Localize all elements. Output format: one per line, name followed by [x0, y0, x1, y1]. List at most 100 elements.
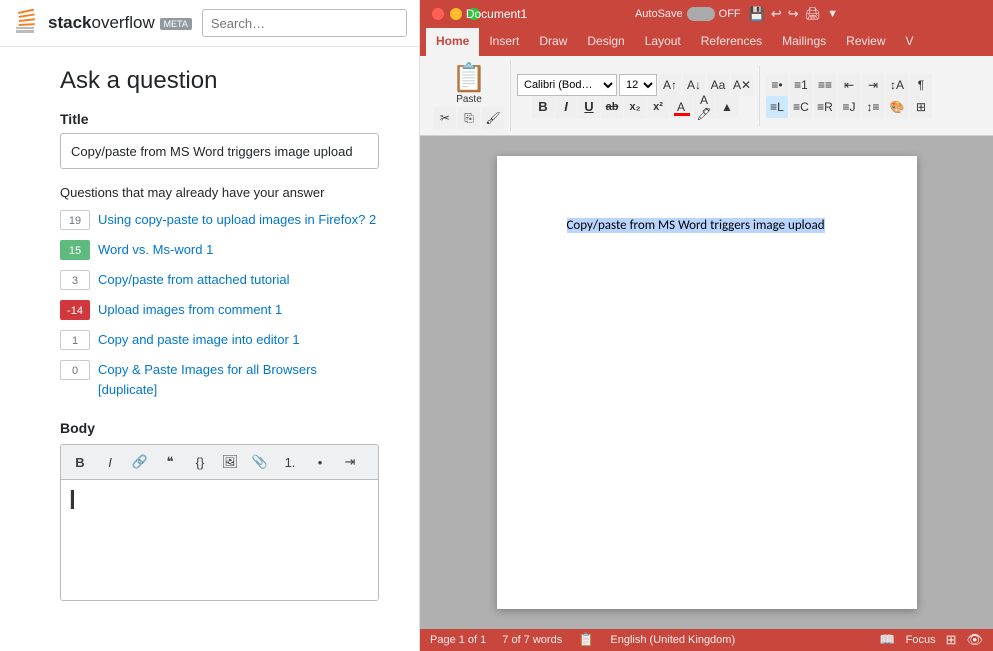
save-icon[interactable]: 💾: [749, 6, 765, 22]
superscript-format-btn[interactable]: x²: [647, 96, 669, 118]
bold-format-btn[interactable]: B: [532, 96, 554, 118]
suggestions-label: Questions that may already have your ans…: [60, 185, 379, 200]
tab-review[interactable]: Review: [836, 28, 895, 56]
list-item: 15 Word vs. Ms-word 1: [60, 240, 379, 260]
ol-btn[interactable]: 1.: [277, 449, 303, 475]
focus-label[interactable]: Focus: [906, 634, 936, 646]
suggestion-link[interactable]: Copy/paste from attached tutorial: [98, 270, 290, 290]
font-size-select[interactable]: 12: [619, 74, 657, 96]
tab-draw[interactable]: Draw: [529, 28, 577, 56]
format-painter-btn[interactable]: 🖌: [482, 107, 504, 129]
strikethrough-format-btn[interactable]: ab: [601, 96, 623, 118]
cut-btn[interactable]: ✂: [434, 107, 456, 129]
indent-btn[interactable]: ⇥: [337, 449, 363, 475]
para-row-1: ≡• ≡1 ≡≡ ⇤ ⇥ ↕A ¶: [766, 74, 932, 96]
font-row-2: B I U ab x₂ x² A A🖊 ▲: [532, 96, 738, 118]
score-badge: -14: [60, 300, 90, 320]
suggestion-link[interactable]: Upload images from comment 1: [98, 300, 282, 320]
align-center-btn[interactable]: ≡C: [790, 96, 812, 118]
increase-indent-btn[interactable]: ⇥: [862, 74, 884, 96]
suggestion-link[interactable]: Word vs. Ms-word 1: [98, 240, 213, 260]
tab-layout[interactable]: Layout: [635, 28, 691, 56]
image-btn[interactable]: 🖼: [217, 449, 243, 475]
underline-format-btn[interactable]: U: [578, 96, 600, 118]
paste-button[interactable]: 📋 Paste: [446, 62, 493, 107]
so-content: Ask a question Title Questions that may …: [0, 47, 419, 651]
number-list-btn[interactable]: ≡1: [790, 74, 812, 96]
font-color-btn[interactable]: A: [670, 96, 692, 118]
font-family-select[interactable]: Calibri (Bod…: [517, 74, 617, 96]
align-right-btn[interactable]: ≡R: [814, 96, 836, 118]
copy-btn[interactable]: ⎘: [458, 107, 480, 129]
italic-format-btn[interactable]: I: [555, 96, 577, 118]
title-label: Title: [60, 111, 379, 127]
blockquote-btn[interactable]: ❝: [157, 449, 183, 475]
ul-btn[interactable]: •: [307, 449, 333, 475]
score-badge: 3: [60, 270, 90, 290]
sort-btn[interactable]: ↕A: [886, 74, 908, 96]
link-btn[interactable]: 🔗: [127, 449, 153, 475]
code-btn[interactable]: {}: [187, 449, 213, 475]
page-info: Page 1 of 1: [430, 634, 486, 646]
line-spacing-btn[interactable]: ↕≡: [862, 96, 884, 118]
show-hide-btn[interactable]: ¶: [910, 74, 932, 96]
page-title: Ask a question: [60, 67, 379, 95]
tab-mailings[interactable]: Mailings: [772, 28, 836, 56]
suggestion-link[interactable]: Copy & Paste Images for all Browsers [du…: [98, 360, 379, 400]
redo-icon[interactable]: ↪: [788, 6, 799, 22]
tab-home[interactable]: Home: [426, 28, 479, 56]
layout-icon[interactable]: ⊞: [946, 632, 957, 648]
suggestion-link[interactable]: Using copy-paste to upload images in Fir…: [98, 210, 376, 230]
tab-references[interactable]: References: [691, 28, 772, 56]
suggestion-link[interactable]: Copy and paste image into editor 1: [98, 330, 300, 350]
word-count: 7 of 7 words: [502, 634, 562, 646]
view-icon[interactable]: 👁: [966, 632, 983, 648]
para-shading-btn[interactable]: 🎨: [886, 96, 908, 118]
document-title: Document1: [466, 7, 527, 21]
language-indicator[interactable]: English (United Kingdom): [610, 634, 735, 646]
print-icon[interactable]: 🖨: [805, 6, 822, 22]
editor-toolbar: B I 🔗 ❝ {} 🖼 📎 1. • ⇥: [61, 445, 378, 480]
paste-label: Paste: [456, 94, 482, 105]
increase-font-btn[interactable]: A↑: [659, 74, 681, 96]
undo-icon[interactable]: ↩: [771, 6, 782, 22]
list-item: 3 Copy/paste from attached tutorial: [60, 270, 379, 290]
clear-format-btn[interactable]: A✕: [731, 74, 753, 96]
justify-btn[interactable]: ≡J: [838, 96, 860, 118]
tab-design[interactable]: Design: [577, 28, 634, 56]
font-row-1: Calibri (Bod… 12 A↑ A↓ Aa A✕: [517, 74, 753, 96]
attach-btn[interactable]: 📎: [247, 449, 273, 475]
tab-view[interactable]: V: [896, 28, 924, 56]
title-input[interactable]: [60, 133, 379, 169]
shading-btn[interactable]: ▲: [716, 96, 738, 118]
search-input[interactable]: [202, 9, 407, 37]
highlight-btn[interactable]: A🖊: [693, 96, 715, 118]
editor-body[interactable]: ▎: [61, 480, 378, 600]
ribbon-tabs: Home Insert Draw Design Layout Reference…: [420, 28, 993, 56]
score-badge: 15: [60, 240, 90, 260]
so-header: stackoverflow META: [0, 0, 419, 47]
align-left-btn[interactable]: ≡L: [766, 96, 788, 118]
titlebar-center: AutoSave OFF 💾 ↩ ↪ 🖨 ▼ Document1: [492, 6, 981, 22]
so-logo-text: stackoverflow META: [48, 13, 192, 33]
bold-btn[interactable]: B: [67, 449, 93, 475]
score-badge: 1: [60, 330, 90, 350]
so-logo-icon: [12, 8, 42, 38]
subscript-format-btn[interactable]: x₂: [624, 96, 646, 118]
ribbon-toolbar: 📋 Paste ✂ ⎘ 🖌 Calibri (Bod… 12 A↑ A↓ Aa: [420, 56, 993, 136]
autosave-toggle[interactable]: [687, 7, 715, 21]
decrease-indent-btn[interactable]: ⇤: [838, 74, 860, 96]
tab-insert[interactable]: Insert: [479, 28, 529, 56]
read-mode-icon[interactable]: 📖: [879, 632, 895, 648]
multilevel-list-btn[interactable]: ≡≡: [814, 74, 836, 96]
score-badge: 0: [60, 360, 90, 380]
minimize-button[interactable]: [450, 8, 462, 20]
bullet-list-btn[interactable]: ≡•: [766, 74, 788, 96]
so-logo: stackoverflow META: [12, 8, 192, 38]
dropdown-icon[interactable]: ▼: [827, 8, 838, 20]
proof-icon[interactable]: 📋: [578, 632, 594, 648]
word-window: AutoSave OFF 💾 ↩ ↪ 🖨 ▼ Document1 Home In…: [420, 0, 993, 651]
close-button[interactable]: [432, 8, 444, 20]
borders-btn[interactable]: ⊞: [910, 96, 932, 118]
italic-btn[interactable]: I: [97, 449, 123, 475]
